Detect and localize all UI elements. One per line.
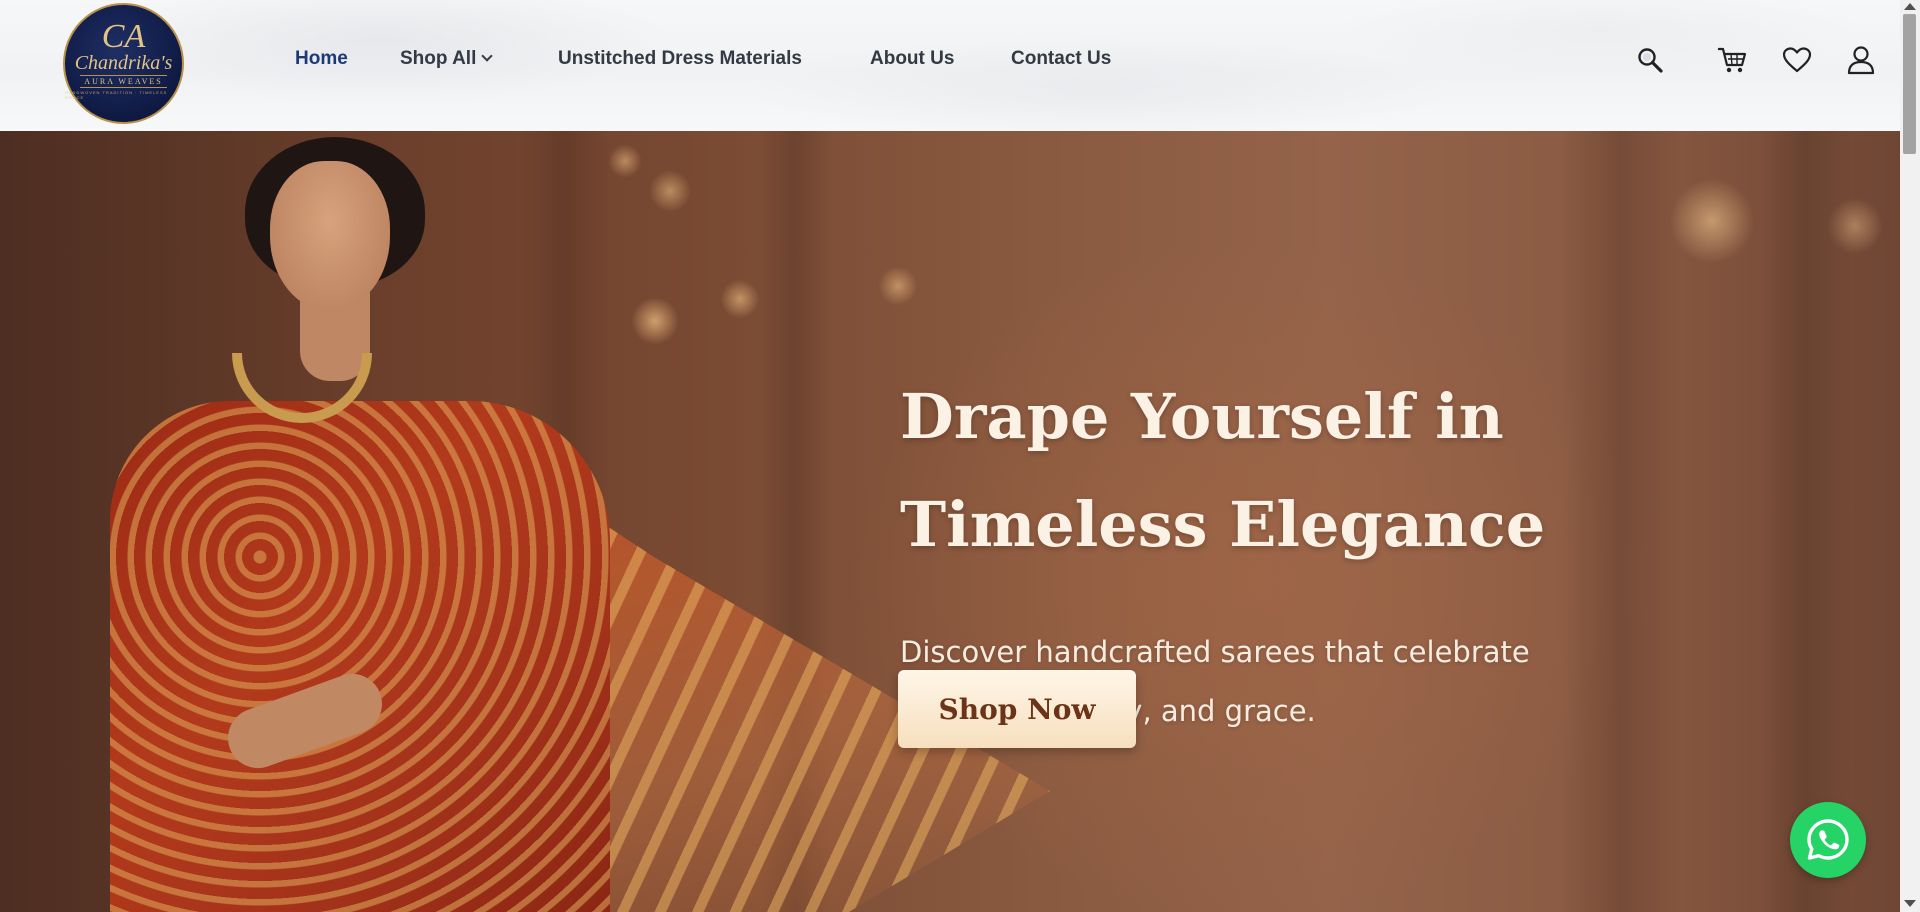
brand-logo[interactable]: CA Chandrika's AURA WEAVES HANDWOVEN TRA… — [63, 3, 184, 124]
cart-icon[interactable] — [1716, 44, 1748, 76]
hero-subtitle-line-1: Discover handcrafted sarees that celebra… — [900, 635, 1530, 669]
hero-title-line-2: Timeless Elegance — [900, 488, 1546, 561]
hero-title-line-1: Drape Yourself in — [900, 380, 1504, 453]
chevron-down-icon — [481, 50, 494, 62]
scroll-down-arrow-icon[interactable] — [1904, 900, 1916, 907]
saree-body — [110, 401, 610, 912]
model-face — [270, 161, 390, 311]
site-header: CA Chandrika's AURA WEAVES HANDWOVEN TRA… — [0, 0, 1900, 131]
hero-title: Drape Yourself in Timeless Elegance — [900, 363, 1700, 579]
logo-brand-name: Chandrika's — [74, 52, 173, 74]
logo-subtitle: AURA WEAVES — [80, 75, 167, 88]
nav-shop-all-label: Shop All — [400, 48, 477, 69]
nav-shop-all[interactable]: Shop All — [400, 48, 494, 70]
whatsapp-chat-button[interactable] — [1790, 802, 1866, 878]
search-icon[interactable] — [1634, 44, 1666, 76]
logo-tagline: HANDWOVEN TRADITION · TIMELESS GRACE — [65, 90, 168, 100]
whatsapp-icon — [1807, 819, 1849, 860]
logo-monogram: CA — [101, 18, 146, 55]
user-icon[interactable] — [1845, 44, 1877, 76]
nav-contact-us[interactable]: Contact Us — [1011, 48, 1111, 70]
background-pillar — [1760, 131, 1850, 912]
scrollbar-thumb[interactable] — [1903, 14, 1916, 154]
scroll-up-arrow-icon[interactable] — [1904, 3, 1916, 10]
hero-banner: Drape Yourself in Timeless Elegance Disc… — [0, 131, 1900, 912]
nav-unstitched-dress-materials[interactable]: Unstitched Dress Materials — [558, 48, 802, 70]
nav-about-us[interactable]: About Us — [870, 48, 954, 70]
shop-now-button[interactable]: Shop Now — [898, 670, 1136, 748]
nav-home[interactable]: Home — [295, 48, 348, 70]
heart-icon[interactable] — [1781, 44, 1813, 76]
